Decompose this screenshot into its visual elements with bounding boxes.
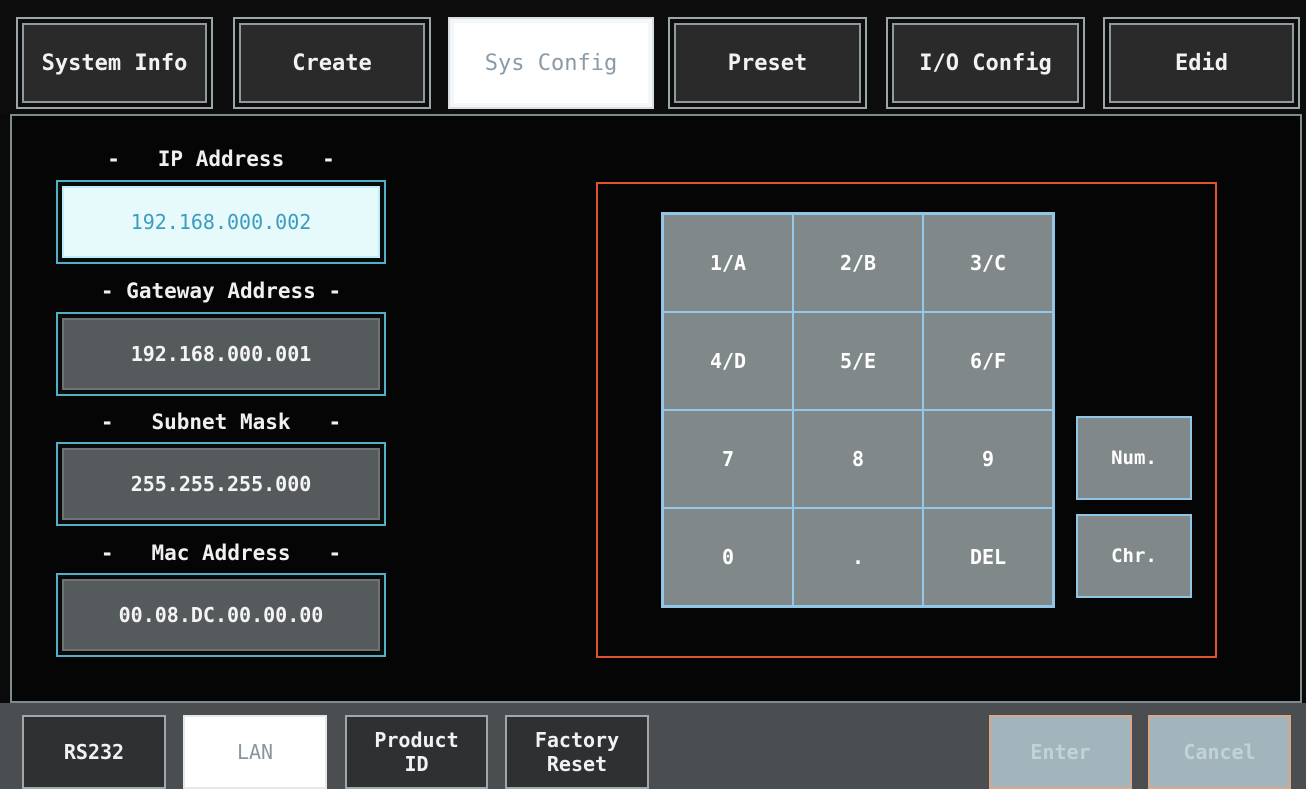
num-mode-button[interactable]: Num. [1076, 416, 1192, 500]
product-id-line2: ID [404, 752, 429, 776]
key-5e[interactable]: 5/E [793, 312, 923, 410]
tab-create[interactable]: Create [233, 17, 431, 109]
bottom-tab-bar: RS232 LAN Product ID Factory Reset Enter… [0, 703, 1306, 789]
ip-address-label: - IP Address - [107, 147, 335, 171]
gateway-address-label: - Gateway Address - [100, 279, 342, 303]
top-tab-bar: System Info Create Sys Config Preset I/O… [0, 0, 1306, 114]
tab-label: Preset [674, 23, 861, 103]
subtab-rs232[interactable]: RS232 [22, 715, 166, 789]
subnet-mask-label: - Subnet Mask - [100, 410, 342, 434]
tab-preset[interactable]: Preset [668, 17, 867, 109]
mac-address-value: 00.08.DC.00.00.00 [62, 579, 380, 651]
subnet-mask-value: 255.255.255.000 [62, 448, 380, 520]
mac-address-field[interactable]: 00.08.DC.00.00.00 [56, 573, 386, 657]
chr-mode-button[interactable]: Chr. [1076, 514, 1192, 598]
key-0[interactable]: 0 [663, 508, 793, 606]
enter-button[interactable]: Enter [989, 715, 1132, 789]
mac-address-label: - Mac Address - [100, 541, 342, 565]
subtab-product-id[interactable]: Product ID [345, 715, 488, 789]
tab-sys-config[interactable]: Sys Config [448, 17, 654, 109]
subnet-mask-field[interactable]: 255.255.255.000 [56, 442, 386, 526]
product-id-line1: Product [374, 728, 459, 752]
key-8[interactable]: 8 [793, 410, 923, 508]
key-1a[interactable]: 1/A [663, 214, 793, 312]
factory-reset-line1: Factory [534, 728, 620, 752]
tab-edid[interactable]: Edid [1103, 17, 1300, 109]
tab-label: I/O Config [892, 23, 1079, 103]
gateway-address-field[interactable]: 192.168.000.001 [56, 312, 386, 396]
key-dot[interactable]: . [793, 508, 923, 606]
key-3c[interactable]: 3/C [923, 214, 1053, 312]
key-6f[interactable]: 6/F [923, 312, 1053, 410]
tab-label: Create [239, 23, 425, 103]
tab-io-config[interactable]: I/O Config [886, 17, 1085, 109]
subtab-factory-reset[interactable]: Factory Reset [505, 715, 649, 789]
key-7[interactable]: 7 [663, 410, 793, 508]
key-4d[interactable]: 4/D [663, 312, 793, 410]
key-delete[interactable]: DEL [923, 508, 1053, 606]
key-9[interactable]: 9 [923, 410, 1053, 508]
tab-label: Edid [1109, 23, 1294, 103]
tab-label: Sys Config [454, 23, 648, 103]
tab-label: System Info [22, 23, 207, 103]
factory-reset-line2: Reset [546, 752, 608, 776]
ip-address-value: 192.168.000.002 [62, 186, 380, 258]
keypad: 1/A 2/B 3/C 4/D 5/E 6/F 7 8 9 0 . DEL [661, 212, 1055, 608]
cancel-button[interactable]: Cancel [1148, 715, 1291, 789]
gateway-address-value: 192.168.000.001 [62, 318, 380, 390]
tab-system-info[interactable]: System Info [16, 17, 213, 109]
key-2b[interactable]: 2/B [793, 214, 923, 312]
ip-address-field[interactable]: 192.168.000.002 [56, 180, 386, 264]
subtab-lan[interactable]: LAN [183, 715, 327, 789]
